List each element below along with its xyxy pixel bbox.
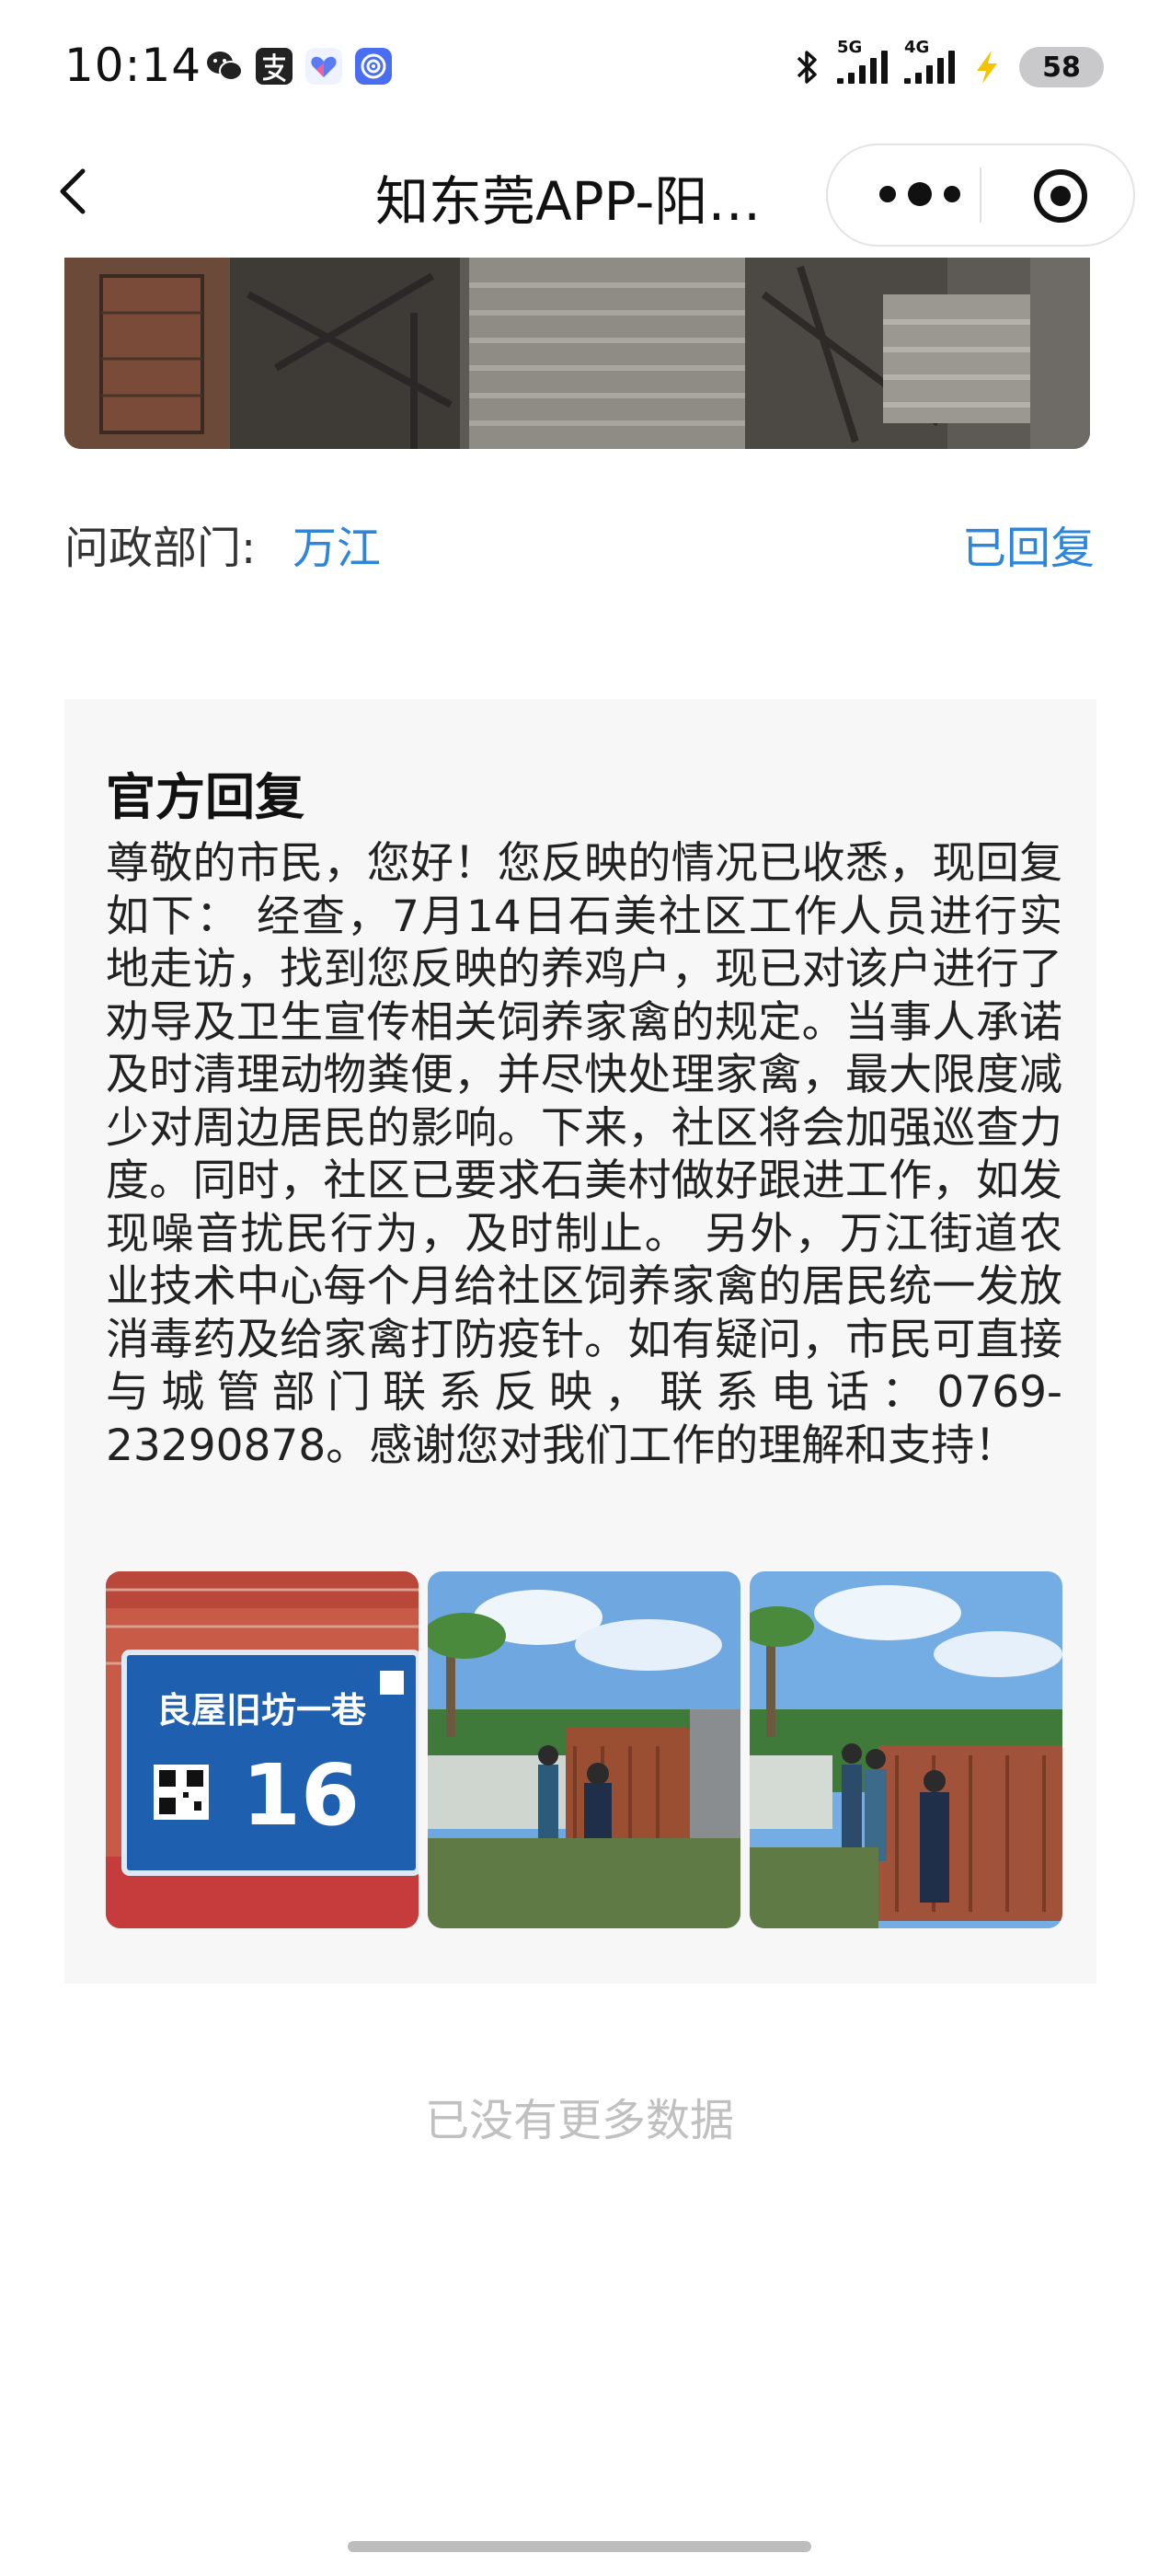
reply-photo-3[interactable] (750, 1571, 1062, 1928)
signal-4g-icon: 4G (904, 38, 955, 84)
battery-icon: 58 (1019, 47, 1104, 87)
reply-photo-2[interactable] (428, 1571, 740, 1928)
status-right-group: 5G 4G 58 (793, 38, 1104, 90)
chevron-left-icon[interactable] (46, 164, 101, 219)
net-type-5g: 5G (837, 38, 863, 57)
house-sign-street: 良屋旧坊一巷 (156, 1690, 367, 1731)
nav-bar: 知东莞APP-阳… (0, 138, 1159, 248)
charging-bolt-icon (977, 51, 997, 84)
reply-photos: 良屋旧坊一巷 16 (106, 1571, 1062, 1928)
signal-5g-icon: 5G (837, 38, 888, 84)
more-dots-icon[interactable] (869, 180, 970, 208)
capsule-divider (980, 167, 981, 223)
target-circle-icon[interactable] (1032, 167, 1089, 224)
page-title: 知东莞APP-阳… (375, 170, 762, 233)
status-bar: 10:14 5G 4G 58 (0, 0, 1159, 129)
reply-title: 官方回复 (106, 768, 304, 826)
official-reply-card: 官方回复 尊敬的市民，您好！您反映的情况已收悉，现回复如下： 经查，7月14日石… (64, 699, 1096, 1984)
mini-program-capsule (826, 144, 1135, 247)
department-label: 问政部门: (64, 523, 257, 574)
home-indicator[interactable] (348, 2541, 811, 2552)
site-visit-image-2 (750, 1571, 1062, 1928)
complaint-photo[interactable] (64, 258, 1090, 449)
department-row: 问政部门: 万江 已回复 (64, 512, 1095, 576)
reply-photo-1[interactable]: 良屋旧坊一巷 16 (106, 1571, 419, 1928)
bluetooth-icon (797, 51, 817, 84)
department-value[interactable]: 万江 (293, 512, 381, 576)
health-app-icon (305, 48, 342, 85)
wechat-icon (207, 52, 243, 81)
browser-app-icon (355, 48, 392, 85)
net-type-4g: 4G (904, 38, 930, 57)
alipay-icon (256, 48, 293, 85)
site-visit-image-1 (428, 1571, 740, 1928)
no-more-data: 已没有更多数据 (424, 2095, 734, 2146)
reply-body: 尊敬的市民，您好！您反映的情况已收悉，现回复如下： 经查，7月14日石美社区工作… (106, 838, 1062, 1471)
reply-status: 已回复 (961, 523, 1095, 574)
house-sign-number: 16 (242, 1746, 361, 1845)
status-time: 10:14 (64, 39, 202, 92)
burnt-shed-image (64, 258, 1090, 449)
